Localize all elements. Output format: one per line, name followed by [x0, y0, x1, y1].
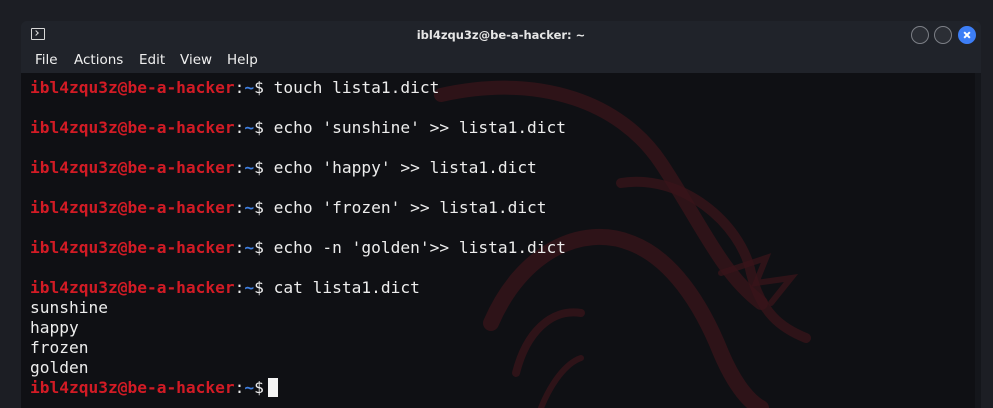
title-bar[interactable]: ibl4zqu3z@be-a-hacker: ~ [21, 21, 981, 49]
prompt-dollar: $ [254, 78, 264, 97]
prompt-user-host: ibl4zqu3z@be-a-hacker [30, 118, 235, 137]
prompt-colon: : [234, 158, 245, 177]
prompt-colon: : [234, 78, 245, 97]
prompt-colon: : [234, 278, 245, 297]
prompt-dollar: $ [254, 378, 264, 397]
prompt-line: ibl4zqu3z@be-a-hacker:~$ touch lista1.di… [30, 78, 439, 98]
menu-view[interactable]: View [180, 52, 212, 68]
prompt-colon: : [234, 238, 245, 257]
command-text: echo 'happy' >> lista1.dict [273, 158, 537, 177]
prompt-user-host: ibl4zqu3z@be-a-hacker [30, 158, 235, 177]
output-line: sunshine [30, 298, 108, 317]
text-cursor [267, 378, 278, 397]
prompt-path: ~ [244, 198, 255, 217]
menu-actions[interactable]: Actions [74, 52, 123, 68]
terminal-window: ibl4zqu3z@be-a-hacker: ~ File Actions Ed… [21, 21, 981, 408]
command-text: cat lista1.dict [273, 278, 420, 297]
command-text: echo 'frozen' >> lista1.dict [273, 198, 547, 217]
prompt-user-host: ibl4zqu3z@be-a-hacker [30, 378, 235, 397]
command-text: echo 'sunshine' >> lista1.dict [273, 118, 567, 137]
output-line: golden [30, 358, 89, 377]
window-title: ibl4zqu3z@be-a-hacker: ~ [416, 28, 586, 42]
prompt-path: ~ [244, 158, 255, 177]
menu-help[interactable]: Help [227, 52, 258, 68]
output-line: happy [30, 318, 79, 337]
prompt-colon: : [234, 118, 245, 137]
prompt-colon: : [234, 198, 245, 217]
output-line: frozen [30, 338, 89, 357]
prompt-path: ~ [244, 278, 255, 297]
menu-bar: File Actions Edit View Help [21, 49, 981, 73]
prompt-dollar: $ [254, 118, 264, 137]
prompt-line: ibl4zqu3z@be-a-hacker:~$ [30, 378, 278, 398]
prompt-user-host: ibl4zqu3z@be-a-hacker [30, 198, 235, 217]
command-text: echo -n 'golden'>> lista1.dict [273, 238, 567, 257]
maximize-button[interactable] [934, 26, 952, 44]
prompt-colon: : [234, 378, 245, 397]
scrollbar[interactable] [975, 73, 981, 408]
prompt-dollar: $ [254, 278, 264, 297]
prompt-user-host: ibl4zqu3z@be-a-hacker [30, 278, 235, 297]
prompt-line: ibl4zqu3z@be-a-hacker:~$ echo 'frozen' >… [30, 198, 547, 218]
prompt-path: ~ [244, 238, 255, 257]
prompt-dollar: $ [254, 198, 264, 217]
prompt-dollar: $ [254, 238, 264, 257]
close-button[interactable] [958, 26, 976, 44]
prompt-path: ~ [244, 378, 255, 397]
prompt-line: ibl4zqu3z@be-a-hacker:~$ cat lista1.dict [30, 278, 420, 298]
prompt-dollar: $ [254, 158, 264, 177]
prompt-line: ibl4zqu3z@be-a-hacker:~$ echo -n 'golden… [30, 238, 566, 258]
prompt-user-host: ibl4zqu3z@be-a-hacker [30, 238, 235, 257]
terminal-area[interactable]: ibl4zqu3z@be-a-hacker:~$ touch lista1.di… [21, 73, 981, 408]
prompt-line: ibl4zqu3z@be-a-hacker:~$ echo 'sunshine'… [30, 118, 566, 138]
prompt-line: ibl4zqu3z@be-a-hacker:~$ echo 'happy' >>… [30, 158, 537, 178]
minimize-button[interactable] [911, 26, 929, 44]
prompt-path: ~ [244, 78, 255, 97]
prompt-user-host: ibl4zqu3z@be-a-hacker [30, 78, 235, 97]
menu-file[interactable]: File [35, 52, 58, 68]
command-text: touch lista1.dict [273, 78, 440, 97]
prompt-path: ~ [244, 118, 255, 137]
menu-edit[interactable]: Edit [139, 52, 165, 68]
